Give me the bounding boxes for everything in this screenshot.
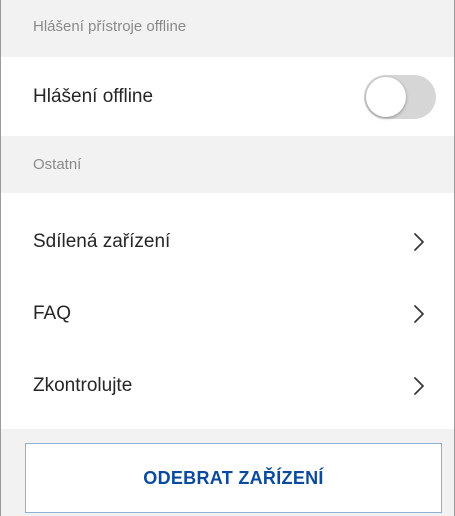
offline-report-label: Hlášení offline	[33, 85, 154, 107]
list-item-label: FAQ	[33, 303, 72, 324]
list-item-shared-devices[interactable]: Sdílená zařízení	[1, 206, 454, 278]
list-item-check[interactable]: Zkontrolujte	[1, 350, 454, 422]
offline-report-row: Hlášení offline	[1, 57, 454, 136]
other-list: Sdílená zařízení FAQ Zkontrolujte	[1, 193, 454, 429]
chevron-right-icon	[408, 375, 430, 397]
remove-device-button[interactable]: ODEBRAT ZAŘÍZENÍ	[25, 443, 442, 513]
toggle-knob	[366, 76, 406, 117]
chevron-right-icon	[408, 303, 430, 325]
offline-report-toggle[interactable]	[364, 74, 436, 119]
list-item-label: Sdílená zařízení	[33, 231, 171, 252]
section-header-other: Ostatní	[1, 136, 454, 193]
list-item-faq[interactable]: FAQ	[1, 278, 454, 350]
section-header-offline: Hlášení přístroje offline	[1, 0, 454, 57]
list-item-label: Zkontrolujte	[33, 375, 133, 396]
button-area: ODEBRAT ZAŘÍZENÍ	[1, 429, 454, 513]
device-settings-screen: Hlášení přístroje offline Hlášení offlin…	[0, 0, 455, 516]
chevron-right-icon	[408, 231, 430, 253]
